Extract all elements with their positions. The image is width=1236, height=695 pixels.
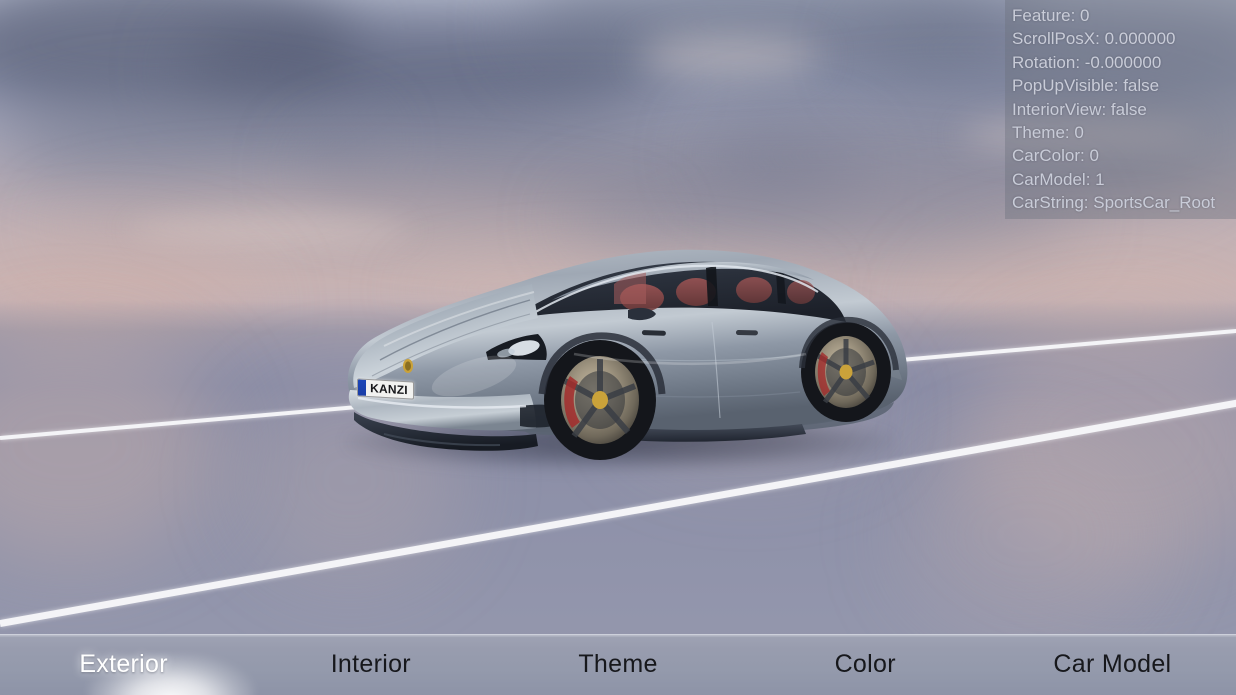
debug-line-interiorview: InteriorView: false — [1012, 99, 1147, 119]
car-interior-seat — [736, 277, 772, 303]
bottom-navigation-bar: Exterior Interior Theme Color Car Model — [0, 634, 1236, 695]
license-plate: KANZI — [357, 378, 414, 400]
debug-line-feature: Feature: 0 — [1012, 6, 1090, 25]
debug-line-carcolor: CarColor: 0 — [1012, 146, 1099, 166]
debug-line-scrollposx: ScrollPosX: 0.000000 — [1012, 29, 1176, 49]
tab-color[interactable]: Color — [742, 635, 989, 695]
tab-exterior[interactable]: Exterior — [0, 635, 247, 695]
debug-line-theme: Theme: 0 — [1012, 123, 1084, 143]
car-wheel-center-cap — [839, 364, 853, 380]
tab-theme[interactable]: Theme — [494, 635, 741, 695]
license-plate-eu-band — [358, 379, 366, 396]
debug-line-carmodel: CarModel: 1 — [1012, 169, 1105, 189]
tab-car-model[interactable]: Car Model — [989, 635, 1236, 695]
car-body-svg — [347, 249, 908, 460]
car-door-handle — [735, 330, 758, 336]
car-model-3d[interactable] — [324, 226, 924, 486]
debug-line-popupvisible: PopUpVisible: false — [1012, 76, 1160, 96]
debug-line-rotation: Rotation: -0.000000 — [1012, 52, 1162, 72]
debug-overlay-panel: Feature: 0 ScrollPosX: 0.000000 Rotation… — [1005, 0, 1236, 219]
car-configurator-app: KANZI Feature: 0 ScrollPosX: 0.000000 Ro… — [0, 0, 1236, 695]
car-wheel-center-cap — [592, 391, 608, 409]
license-plate-text: KANZI — [370, 381, 408, 398]
tab-interior[interactable]: Interior — [247, 635, 494, 695]
debug-line-carstring: CarString: SportsCar_Root — [1012, 193, 1216, 213]
car-pillar — [706, 266, 718, 306]
car-door-handle — [641, 330, 666, 336]
car-brand-crest-inner — [405, 361, 411, 371]
nav-tab-list: Exterior Interior Theme Color Car Model — [0, 635, 1236, 695]
